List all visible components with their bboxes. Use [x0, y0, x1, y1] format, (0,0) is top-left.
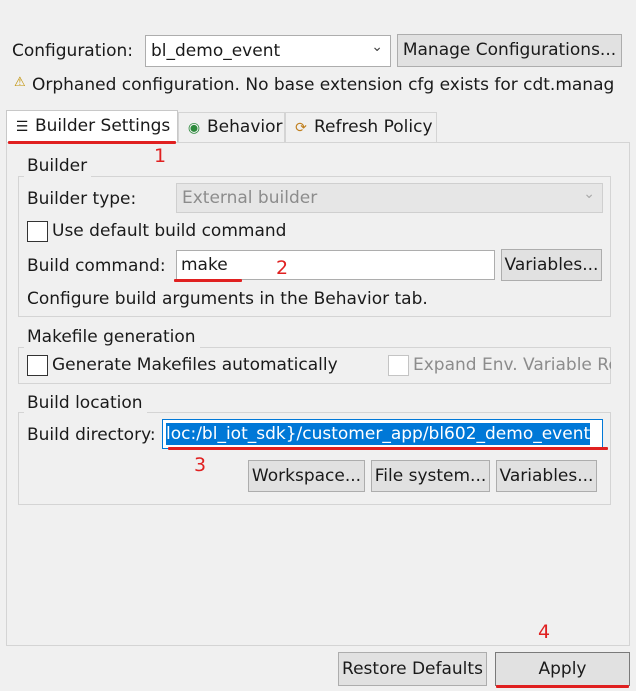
annotation-underline-3 [168, 447, 608, 450]
tab-behavior-label: Behavior [207, 117, 283, 137]
refresh-icon: ⟳ [295, 120, 307, 136]
tab-builder-settings[interactable]: ☰ Builder Settings [6, 110, 178, 142]
generate-makefiles-label: Generate Makefiles automatically [52, 355, 338, 375]
restore-defaults-button[interactable]: Restore Defaults [338, 652, 487, 686]
build-directory-input[interactable]: loc:/bl_iot_sdk}/customer_app/bl602_demo… [162, 419, 603, 449]
file-system-button[interactable]: File system... [371, 460, 490, 492]
location-variables-button[interactable]: Variables... [496, 460, 597, 492]
behavior-hint: Configure build arguments in the Behavio… [27, 289, 428, 309]
use-default-command-label: Use default build command [52, 221, 287, 241]
tab-builder-settings-label: Builder Settings [35, 116, 171, 136]
workspace-button[interactable]: Workspace... [248, 460, 365, 492]
makefile-group-title: Makefile generation [24, 326, 200, 348]
apply-button[interactable]: Apply [495, 652, 630, 686]
warning-icon: ⚠ [14, 75, 26, 90]
annotation-underline-4 [496, 685, 629, 688]
configuration-label: Configuration: [12, 41, 134, 61]
tab-refresh-policy-label: Refresh Policy [314, 117, 433, 137]
configuration-selected-value: bl_demo_event [151, 41, 281, 61]
radio-dot-icon: ◉ [187, 120, 201, 136]
annotation-number-1: 1 [154, 145, 167, 167]
build-command-input[interactable]: make [176, 250, 495, 280]
tab-behavior[interactable]: ◉ Behavior [178, 112, 285, 142]
build-directory-value: loc:/bl_iot_sdk}/customer_app/bl602_demo… [166, 423, 591, 445]
expand-env-variable-label: Expand Env. Variable Re [413, 355, 611, 375]
manage-configurations-button[interactable]: Manage Configurations... [397, 34, 622, 67]
build-directory-label: Build directory: [27, 425, 156, 445]
list-icon: ☰ [15, 119, 29, 135]
chevron-down-icon: ⌄ [583, 186, 595, 202]
annotation-number-4: 4 [538, 621, 551, 643]
builder-type-value: External builder [182, 188, 318, 208]
builder-type-label: Builder type: [27, 189, 137, 209]
configuration-select[interactable]: bl_demo_event ⌄ [145, 35, 391, 67]
expand-env-variable-checkbox [388, 355, 409, 376]
chevron-down-icon: ⌄ [371, 39, 383, 55]
annotation-number-3: 3 [194, 454, 207, 476]
build-command-value: make [181, 255, 228, 275]
generate-makefiles-checkbox[interactable] [27, 355, 48, 376]
use-default-command-checkbox[interactable] [27, 221, 48, 242]
annotation-number-2: 2 [276, 257, 289, 279]
annotation-underline-1 [8, 141, 176, 144]
build-command-label: Build command: [27, 256, 166, 276]
build-location-group-title: Build location [24, 392, 147, 414]
builder-group-title: Builder [24, 155, 92, 177]
warning-message: Orphaned configuration. No base extensio… [32, 75, 615, 95]
annotation-underline-2 [174, 279, 242, 282]
builder-variables-button[interactable]: Variables... [501, 249, 602, 281]
builder-type-select: External builder ⌄ [176, 183, 603, 213]
tab-refresh-policy[interactable]: ⟳ Refresh Policy [285, 112, 437, 142]
